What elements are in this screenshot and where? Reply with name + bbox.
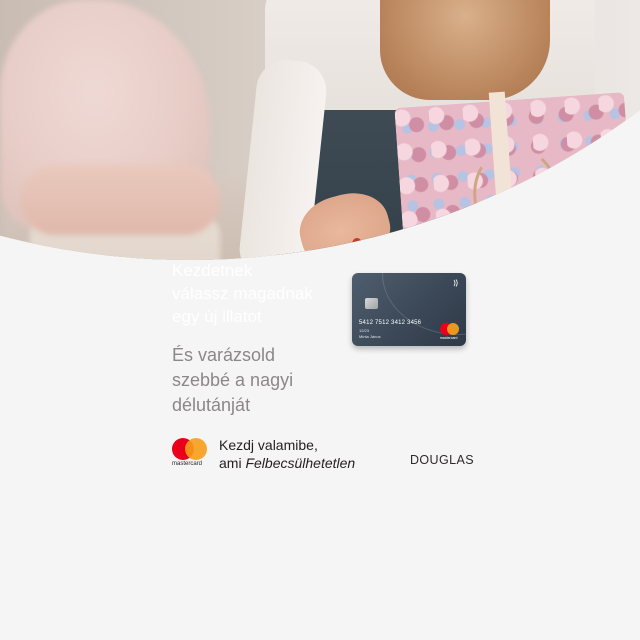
ad-banner: Kezdetnek válassz magadnak egy új illato… — [0, 0, 640, 640]
nail — [388, 250, 398, 260]
card-mastercard-logo: mastercard — [440, 323, 462, 341]
subline: És varázsold szebbé a nagyi délutánját — [172, 343, 293, 418]
woman-hair — [380, 0, 550, 100]
mastercard-wordmark: mastercard — [172, 461, 203, 467]
subline-line-2: szebbé a nagyi — [172, 370, 294, 390]
mastercard-yellow-circle — [185, 438, 207, 460]
card-number: 5412 7512 3412 3456 — [359, 320, 422, 326]
mastercard-yellow-circle — [447, 323, 459, 335]
headline: Kezdetnek válassz magadnak egy új illato… — [172, 259, 313, 328]
hero-photo — [0, 0, 640, 260]
tagline-line-1: Kezdj valamibe, — [219, 437, 318, 453]
subline-line-1: És varázsold — [172, 345, 276, 365]
tagline-line-2: ami Felbecsülhetetlen — [219, 454, 355, 472]
card-expiry: 12/23 — [359, 328, 370, 333]
card-holder: Minta János — [359, 334, 381, 339]
chip-icon — [365, 298, 378, 309]
contactless-icon — [452, 279, 460, 289]
tagline-italic: Felbecsülhetetlen — [245, 455, 356, 471]
headline-line-2: válassz magadnak — [172, 284, 313, 303]
photo-scene — [0, 0, 640, 260]
headline-line-3: egy új illatot — [172, 307, 262, 326]
mastercard-logo: mastercard — [172, 438, 208, 468]
credit-card: 5412 7512 3412 3456 12/23 Minta János ma… — [352, 273, 466, 346]
douglas-logo: DOUGLAS — [410, 453, 474, 467]
nail — [352, 238, 362, 250]
tagline: Kezdj valamibe, ami Felbecsülhetetlen — [219, 436, 355, 472]
grandmother-hands — [20, 165, 220, 235]
headline-line-1: Kezdetnek — [172, 261, 253, 280]
nail — [426, 240, 436, 252]
subline-line-3: délutánját — [172, 395, 251, 415]
card-brand-word: mastercard — [440, 336, 458, 340]
tagline-prefix: ami — [219, 455, 246, 471]
nail — [370, 246, 380, 258]
